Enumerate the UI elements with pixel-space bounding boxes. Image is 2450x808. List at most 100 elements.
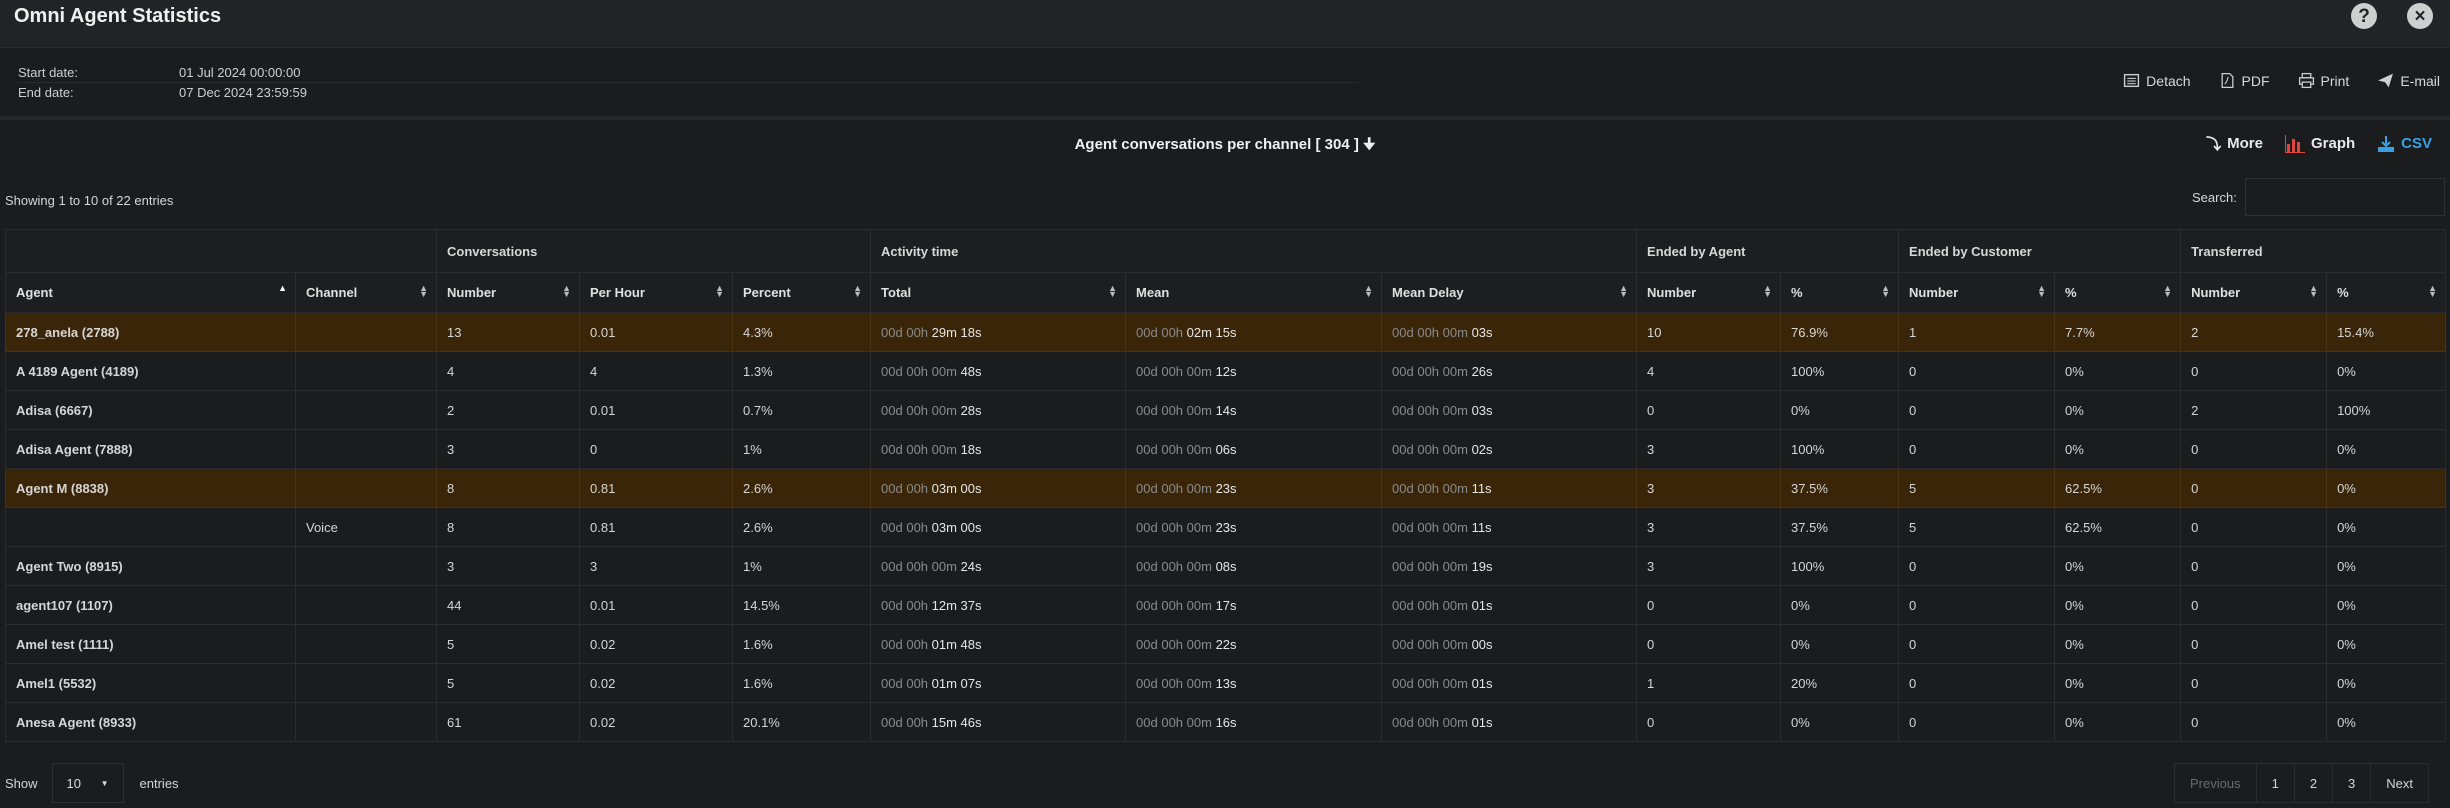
pdf-button[interactable]: PDF — [2219, 72, 2270, 89]
duration-value: 12m 37s — [931, 597, 982, 613]
duration-prefix: 00d 00h 00m — [1392, 519, 1468, 535]
column-label: Mean — [1136, 285, 1170, 300]
mean-delay-cell: 00d 00h 00m 19s — [1381, 546, 1638, 586]
per-hour-cell: 0.02 — [579, 663, 733, 703]
col-conv-number-header[interactable]: Number ▲ ▼ — [436, 272, 580, 313]
col-transferred-pct-header[interactable]: % ▲ ▼ — [2326, 272, 2447, 313]
table-row[interactable]: Agent Two (8915) 3 3 1% 00d 00h 00m 24s 00d 0… — [5, 546, 2447, 586]
column-label: Percent — [743, 285, 791, 300]
percent-cell: 14.5% — [731, 585, 872, 625]
duration-prefix: 00d 00h 00m — [1136, 714, 1212, 730]
total-cell: 00d 00h 15m 46s — [870, 702, 1127, 742]
agent-cell: A 4189 Agent (4189) — [5, 351, 296, 391]
per-hour-cell: 0.02 — [579, 624, 733, 664]
col-percent-header[interactable]: Percent ▲ ▼ — [731, 272, 872, 313]
table-body: 278_anela (2788) 13 0.01 4.3% 00d 00h 29m 18… — [5, 312, 2447, 742]
duration-prefix: 00d 00h — [1136, 324, 1184, 340]
expand-icon: ⤵ — [2206, 136, 2222, 153]
total-cell: 00d 00h 12m 37s — [870, 585, 1127, 625]
agent-cell: Amel test (1111) — [5, 624, 296, 664]
table-row[interactable]: Voice 8 0.81 2.6% 00d 00h 03m 00s 00d 00h 00m… — [5, 507, 2447, 547]
help-button[interactable]: ? — [2351, 3, 2377, 29]
col-transferred-number-header[interactable]: Number ▲ ▼ — [2180, 272, 2328, 313]
per-hour-cell: 0.01 — [579, 390, 733, 430]
transferred-pct-cell: 15.4% — [2326, 312, 2447, 352]
previous-page-button[interactable]: Previous — [2175, 764, 2257, 802]
duration-prefix: 00d 00h 00m — [881, 441, 957, 457]
channel-cell — [295, 312, 437, 352]
table-row[interactable]: Amel1 (5532) 5 0.02 1.6% 00d 00h 01m 07s 00d … — [5, 663, 2447, 703]
duration-value: 08s — [1215, 558, 1237, 574]
total-cell: 00d 00h 01m 48s — [870, 624, 1127, 664]
next-page-button[interactable]: Next — [2371, 764, 2428, 802]
more-label: More — [2227, 135, 2263, 152]
ended-customer-pct-cell: 0% — [2054, 702, 2182, 742]
col-agent-header[interactable]: Agent ▲ — [5, 272, 296, 313]
number-cell: 2 — [436, 390, 580, 430]
col-per-hour-header[interactable]: Per Hour ▲ ▼ — [579, 272, 733, 313]
section-title-text: Agent conversations per channel [ 304 ] — [1074, 136, 1359, 153]
print-label: Print — [2320, 72, 2350, 89]
page-button-2[interactable]: 2 — [2295, 764, 2334, 802]
col-ended-agent-pct-header[interactable]: % ▲ ▼ — [1780, 272, 1900, 313]
duration-prefix: 00d 00h 00m — [1136, 363, 1212, 379]
ended-agent-number-cell: 1 — [1636, 663, 1782, 703]
table-row[interactable]: Adisa Agent (7888) 3 0 1% 00d 00h 00m 18s 00d… — [5, 429, 2447, 469]
ended-customer-number-cell: 1 — [1898, 312, 2056, 352]
table-row[interactable]: Agent M (8838) 8 0.81 2.6% 00d 00h 03m 00s 00… — [5, 468, 2447, 508]
duration-value: 23s — [1215, 480, 1237, 496]
agent-cell — [5, 507, 296, 547]
mean-cell: 00d 00h 00m 16s — [1125, 702, 1383, 742]
mean-delay-cell: 00d 00h 00m 11s — [1381, 507, 1638, 547]
csv-label: CSV — [2401, 135, 2432, 152]
col-mean-delay-header[interactable]: Mean Delay ▲ ▼ — [1381, 272, 1638, 313]
more-button[interactable]: ⤵ More — [2206, 133, 2263, 154]
duration-prefix: 00d 00h 00m — [1136, 675, 1212, 691]
column-label: Total — [881, 285, 912, 300]
detach-button[interactable]: Detach — [2123, 72, 2191, 89]
total-cell: 00d 00h 01m 07s — [870, 663, 1127, 703]
col-ended-customer-number-header[interactable]: Number ▲ ▼ — [1898, 272, 2056, 313]
group-header-ended-by-customer: Ended by Customer — [1898, 229, 2182, 273]
table-row[interactable]: 278_anela (2788) 13 0.01 4.3% 00d 00h 29m 18… — [5, 312, 2447, 352]
duration-value: 01s — [1471, 597, 1493, 613]
table-row[interactable]: A 4189 Agent (4189) 4 4 1.3% 00d 00h 00m 48s… — [5, 351, 2447, 391]
table-row[interactable]: Amel test (1111) 5 0.02 1.6% 00d 00h 01m 48s… — [5, 624, 2447, 664]
page-button-3[interactable]: 3 — [2333, 764, 2372, 802]
col-ended-customer-pct-header[interactable]: % ▲ ▼ — [2054, 272, 2182, 313]
page-button-1[interactable]: 1 — [2257, 764, 2295, 802]
graph-button[interactable]: Graph — [2284, 133, 2355, 154]
number-cell: 5 — [436, 663, 580, 703]
page-size-select[interactable]: 10 ▼ — [51, 763, 124, 803]
mean-cell: 00d 00h 00m 14s — [1125, 390, 1383, 430]
duration-value: 24s — [960, 558, 982, 574]
column-label: Channel — [306, 285, 358, 300]
close-icon: × — [2414, 5, 2426, 27]
ended-customer-pct-cell: 0% — [2054, 663, 2182, 703]
ended-customer-pct-cell: 0% — [2054, 585, 2182, 625]
col-ended-agent-number-header[interactable]: Number ▲ ▼ — [1636, 272, 1782, 313]
ended-customer-number-cell: 0 — [1898, 624, 2056, 664]
mean-delay-cell: 00d 00h 00m 11s — [1381, 468, 1638, 508]
search-input[interactable] — [2244, 178, 2445, 216]
col-channel-header[interactable]: Channel ▲ ▼ — [295, 272, 437, 313]
close-button[interactable]: × — [2407, 3, 2433, 29]
table-row[interactable]: Anesa Agent (8933) 61 0.02 20.1% 00d 00h 15m… — [5, 702, 2447, 742]
mean-delay-cell: 00d 00h 00m 01s — [1381, 585, 1638, 625]
per-hour-cell: 0.01 — [579, 585, 733, 625]
total-cell: 00d 00h 00m 28s — [870, 390, 1127, 430]
column-label: Number — [1647, 285, 1697, 300]
col-mean-header[interactable]: Mean ▲ ▼ — [1125, 272, 1383, 313]
table-row[interactable]: agent107 (1107) 44 0.01 14.5% 00d 00h 12m 37… — [5, 585, 2447, 625]
ended-customer-pct-cell: 62.5% — [2054, 507, 2182, 547]
section-title[interactable]: Agent conversations per channel [ 304 ] … — [0, 134, 2450, 159]
email-button[interactable]: E-mail — [2377, 72, 2440, 89]
number-cell: 61 — [436, 702, 580, 742]
csv-button[interactable]: CSV — [2377, 133, 2432, 154]
table-row[interactable]: Adisa (6667) 2 0.01 0.7% 00d 00h 00m 28s 00d … — [5, 390, 2447, 430]
channel-cell: Voice — [295, 507, 437, 547]
print-button[interactable]: Print — [2298, 72, 2350, 89]
ended-agent-pct-cell: 100% — [1780, 546, 1900, 586]
col-total-header[interactable]: Total ▲ ▼ — [870, 272, 1127, 313]
duration-value: 00s — [1471, 636, 1493, 652]
